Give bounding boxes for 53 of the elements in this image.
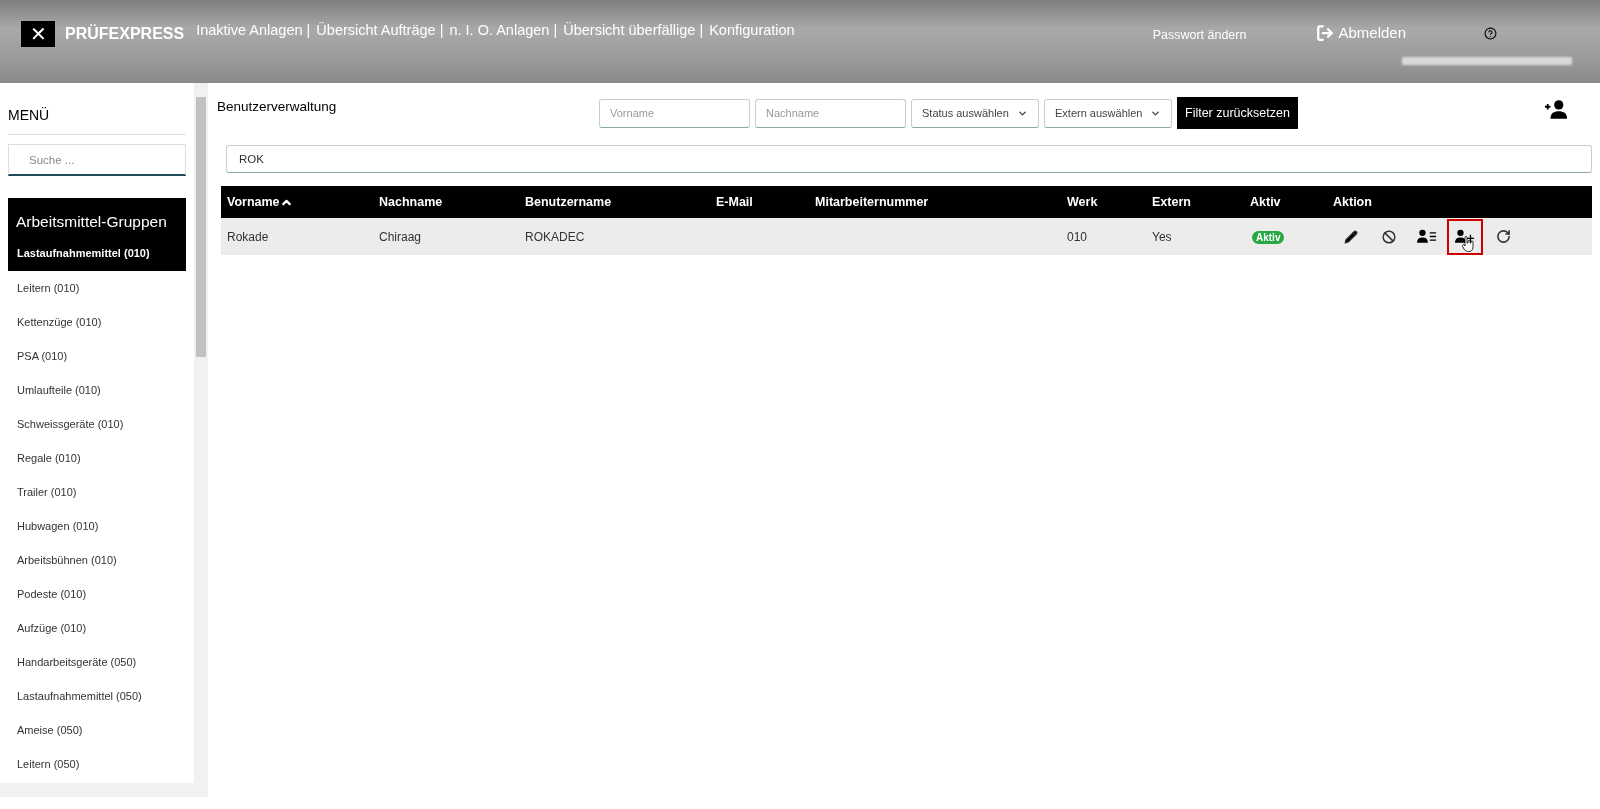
- table-cell: Rokade: [227, 229, 269, 244]
- table-cell: ROKADEC: [525, 229, 585, 244]
- sidebar-item[interactable]: Trailer (010): [8, 475, 186, 510]
- column-header[interactable]: E-Mail: [710, 192, 809, 212]
- help-icon[interactable]: [1484, 26, 1497, 40]
- sidebar-item[interactable]: Hubwagen (010): [8, 509, 186, 544]
- column-header[interactable]: Benutzername: [519, 192, 710, 212]
- ban-icon[interactable]: [1382, 229, 1396, 244]
- table-cell: Yes: [1152, 229, 1172, 244]
- table-cell: 010: [1067, 229, 1088, 244]
- sidebar-item[interactable]: Podeste (010): [8, 577, 186, 612]
- search-field[interactable]: ROK: [226, 145, 1592, 173]
- search-field[interactable]: Suche ...: [8, 144, 186, 176]
- extern-select[interactable]: Extern auswählen: [1044, 98, 1172, 128]
- add-user-icon[interactable]: [1544, 100, 1568, 119]
- logout-icon: [1316, 24, 1335, 43]
- status-select[interactable]: Status auswählen: [911, 98, 1039, 128]
- sidebar-item[interactable]: Leitern (010): [8, 271, 186, 306]
- hand-cursor-icon: [1462, 235, 1474, 252]
- sidebar-item[interactable]: Regale (010): [8, 441, 186, 476]
- sidebar-item[interactable]: Arbeitsbühnen (010): [8, 543, 186, 578]
- user-list-icon[interactable]: [1417, 229, 1437, 244]
- pencil-icon[interactable]: [1344, 229, 1358, 244]
- reset-filter-button[interactable]: Filter zurücksetzen: [1177, 97, 1298, 129]
- first-name-field[interactable]: Vorname: [599, 98, 750, 128]
- sidebar-item[interactable]: Leitern (050): [8, 747, 186, 782]
- sidebar-item[interactable]: PSA (010): [8, 339, 186, 374]
- column-header[interactable]: Aktion: [1327, 192, 1590, 212]
- scrollbar-thumb[interactable]: [196, 97, 206, 357]
- sidebar-item[interactable]: Ameise (050): [8, 713, 186, 748]
- sidebar-item[interactable]: Handarbeitsgeräte (050): [8, 645, 186, 680]
- menu-title: MENÜ: [8, 106, 51, 125]
- rotate-icon[interactable]: [1495, 229, 1511, 244]
- sidebar-item[interactable]: Umlaufteile (010): [8, 373, 186, 408]
- brand-name: PRÜFEXPRESS: [65, 23, 185, 44]
- sidebar-item[interactable]: Schweissgeräte (010): [8, 407, 186, 442]
- page-title: Benutzerverwaltung: [217, 98, 338, 116]
- sidebar-item[interactable]: Aufzüge (010): [8, 611, 186, 646]
- logo-mark: ✕: [21, 21, 55, 47]
- column-header[interactable]: Aktiv: [1244, 192, 1327, 212]
- status-badge: Aktiv: [1252, 230, 1285, 244]
- sidebar-item[interactable]: Lastaufnahmemittel (010): [8, 237, 186, 272]
- column-header[interactable]: Vorname: [221, 192, 373, 212]
- vertical-scrollbar[interactable]: [194, 83, 208, 783]
- column-header[interactable]: Mitarbeiternummer: [809, 192, 1061, 212]
- column-header[interactable]: Extern: [1146, 192, 1244, 212]
- column-header[interactable]: Werk: [1061, 192, 1146, 212]
- group-title: Arbeitsmittel-Gruppen: [15, 212, 168, 232]
- sidebar-item[interactable]: Lastaufnahmemittel (050): [8, 679, 186, 714]
- last-name-field[interactable]: Nachname: [755, 98, 906, 128]
- column-header[interactable]: Nachname: [373, 192, 519, 212]
- sidebar-item[interactable]: Kettenzüge (010): [8, 305, 186, 340]
- table-cell: Chiraag: [379, 229, 422, 244]
